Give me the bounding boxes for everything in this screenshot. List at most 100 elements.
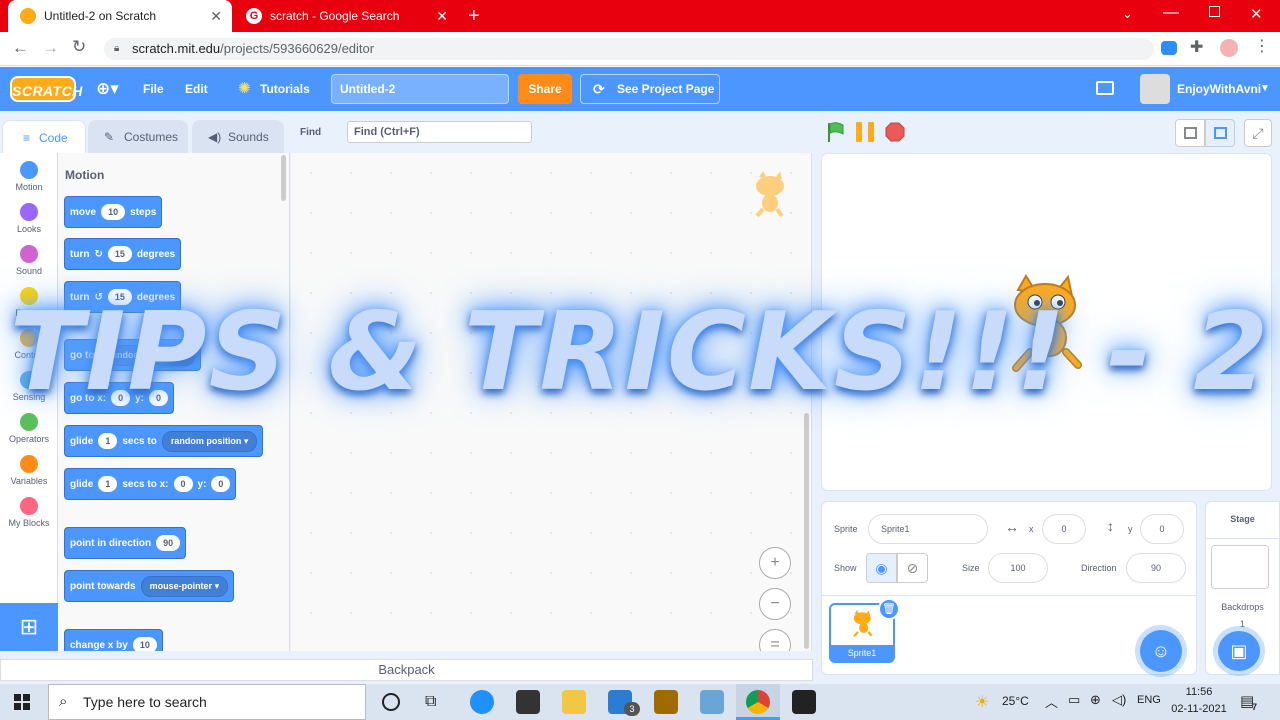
menu-tutorials[interactable]: Tutorials — [260, 67, 310, 111]
tab-google[interactable]: G scratch - Google Search ✕ — [234, 0, 458, 32]
small-stage-button[interactable] — [1175, 119, 1205, 147]
block-dropdown[interactable]: mouse-pointer ▾ — [140, 575, 229, 597]
weather-temp[interactable]: 25°C — [1002, 694, 1029, 708]
url-field[interactable]: 🔒︎ scratch.mit.edu/projects/593660629/ed… — [104, 38, 1154, 60]
y-input[interactable]: 0 — [1140, 514, 1184, 544]
block-input[interactable]: 90 — [156, 535, 181, 551]
workspace-scrollbar[interactable] — [804, 413, 809, 649]
category-looks[interactable]: Looks — [0, 197, 58, 239]
menu-edit[interactable]: Edit — [185, 67, 208, 111]
category-sound[interactable]: Sound — [0, 239, 58, 281]
x-input[interactable]: 0 — [1042, 514, 1086, 544]
menu-file[interactable]: File — [143, 67, 164, 111]
edge-icon[interactable] — [470, 690, 494, 714]
pc-app-icon[interactable] — [700, 690, 724, 714]
tab-code[interactable]: ≡ Code — [2, 120, 86, 154]
add-extension-button[interactable]: ⊞ — [0, 603, 58, 651]
taskbar-search-input[interactable]: ⌕ Type here to search — [48, 684, 366, 720]
battery-icon[interactable]: ▭ — [1068, 692, 1080, 708]
block-change-x[interactable]: change x by 10 — [64, 629, 163, 651]
pause-left-bar-icon[interactable] — [856, 122, 862, 142]
tab-sounds[interactable]: ◀) Sounds — [192, 120, 284, 154]
zoom-out-button[interactable]: − — [759, 588, 791, 620]
block-input[interactable]: 1 — [98, 476, 118, 492]
block-point-direction[interactable]: point in direction 90 — [64, 527, 187, 559]
tab-scratch[interactable]: Untitled-2 on Scratch ✕ — [8, 0, 232, 32]
zoom-extension-icon[interactable] — [1161, 41, 1177, 55]
reload-icon[interactable]: ↻ — [72, 37, 86, 57]
back-icon[interactable]: ← — [12, 38, 29, 58]
user-avatar[interactable] — [1140, 74, 1170, 104]
fullscreen-button[interactable]: ⤢ — [1244, 119, 1272, 147]
size-input[interactable]: 100 — [988, 553, 1048, 583]
backpack-bar[interactable]: Backpack — [0, 659, 813, 681]
sprite-name-input[interactable]: Sprite1 — [868, 514, 988, 544]
block-input[interactable]: 10 — [101, 204, 126, 220]
block-input[interactable]: 0 — [211, 476, 231, 492]
my-stuff-folder-icon[interactable] — [1096, 81, 1114, 95]
scratch-logo[interactable]: SCRATCH — [10, 76, 82, 102]
minimize-icon[interactable]: — — [1163, 4, 1179, 22]
new-tab-icon[interactable]: + — [468, 5, 480, 28]
close-tab-icon[interactable]: ✕ — [210, 8, 222, 25]
zoom-reset-button[interactable]: = — [759, 629, 791, 651]
block-move-steps[interactable]: move 10 steps — [64, 196, 163, 228]
tab-search-icon[interactable]: ⌄ — [1122, 6, 1133, 22]
forward-icon[interactable]: → — [42, 38, 59, 58]
profile-avatar-icon[interactable] — [1220, 39, 1238, 57]
green-flag-icon[interactable] — [826, 121, 846, 143]
cortana-icon[interactable] — [382, 693, 400, 711]
network-globe-icon[interactable]: ⊕ — [1090, 692, 1101, 708]
notes-app-icon[interactable] — [654, 690, 678, 714]
share-button[interactable]: Share — [518, 74, 572, 104]
block-input[interactable]: 1 — [98, 433, 118, 449]
account-dropdown-icon[interactable]: ▼ — [1260, 67, 1270, 111]
palette-scrollbar[interactable] — [281, 155, 286, 201]
block-input[interactable]: 15 — [107, 246, 132, 262]
block-glide-xy[interactable]: glide 1 secs to x: 0 y: 0 — [64, 468, 237, 500]
store-icon[interactable] — [516, 690, 540, 714]
category-motion[interactable]: Motion — [0, 155, 58, 197]
volume-icon[interactable]: ◁) — [1112, 692, 1126, 708]
category-variables[interactable]: Variables — [0, 449, 58, 491]
language-globe-icon[interactable]: ⊕▾ — [96, 67, 119, 111]
username[interactable]: EnjoyWithAvni — [1177, 67, 1261, 111]
block-input[interactable]: 10 — [132, 637, 157, 651]
extensions-puzzle-icon[interactable]: ✚ — [1190, 37, 1203, 57]
pause-right-bar-icon[interactable] — [868, 122, 874, 142]
close-window-icon[interactable]: ✕ — [1250, 5, 1263, 23]
weather-sun-icon[interactable]: ☀ — [975, 692, 989, 712]
browser-menu-icon[interactable]: ⋮ — [1254, 36, 1270, 56]
block-glide-to[interactable]: glide 1 secs to random position ▾ — [64, 425, 264, 457]
clock-time[interactable]: 11:56 — [1172, 686, 1226, 698]
language-indicator[interactable]: ENG — [1137, 694, 1161, 706]
add-sprite-button[interactable]: ☺ — [1140, 630, 1182, 672]
windows-start-icon[interactable] — [14, 694, 30, 710]
video-editor-icon[interactable] — [792, 690, 816, 714]
stage-thumbnail[interactable] — [1211, 545, 1269, 589]
file-explorer-icon[interactable] — [562, 690, 586, 714]
project-title-input[interactable]: Untitled-2 — [331, 74, 509, 104]
tab-costumes[interactable]: ✎ Costumes — [88, 120, 188, 154]
stop-icon[interactable] — [885, 122, 905, 142]
block-input[interactable]: 0 — [173, 476, 193, 492]
chrome-taskbar-button[interactable] — [736, 684, 780, 720]
category-my-blocks[interactable]: My Blocks — [0, 491, 58, 533]
tray-chevron-icon[interactable]: ︿ — [1045, 692, 1058, 711]
block-point-towards[interactable]: point towards mouse-pointer ▾ — [64, 570, 235, 602]
block-turn-right[interactable]: turn ↻ 15 degrees — [64, 238, 182, 270]
stage-target-panel[interactable]: Stage Backdrops 1 ▣ — [1205, 501, 1280, 675]
restore-icon[interactable] — [1209, 6, 1220, 17]
hide-button[interactable]: ⊘ — [897, 553, 928, 583]
find-input[interactable]: Find (Ctrl+F) — [347, 121, 532, 143]
close-tab-icon[interactable]: ✕ — [436, 8, 448, 25]
add-backdrop-button[interactable]: ▣ — [1218, 631, 1260, 671]
normal-stage-button[interactable] — [1205, 119, 1235, 147]
direction-input[interactable]: 90 — [1126, 553, 1186, 583]
show-visible-button[interactable]: ◉ — [866, 553, 897, 583]
see-project-page-button[interactable]: ⟳ See Project Page — [580, 74, 720, 104]
zoom-in-button[interactable]: + — [759, 547, 791, 579]
clock-date[interactable]: 02-11-2021 — [1168, 703, 1230, 715]
task-view-icon[interactable]: ⧉ — [425, 693, 436, 711]
block-dropdown[interactable]: random position ▾ — [161, 430, 258, 452]
